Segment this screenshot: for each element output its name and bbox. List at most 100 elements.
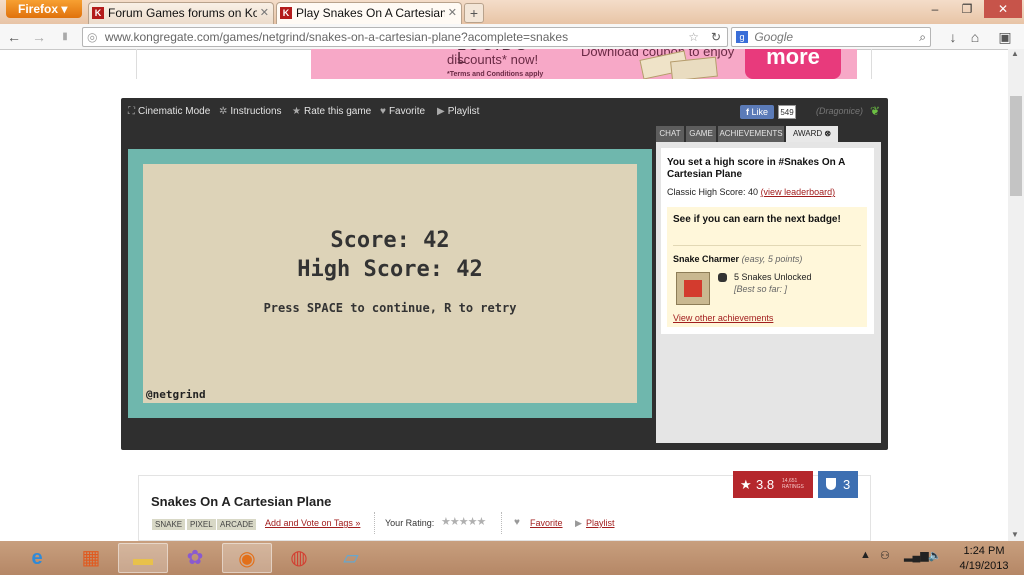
firefox-taskbar-icon[interactable]: ◉	[222, 543, 272, 573]
firefox-menu-label: Firefox	[18, 2, 59, 16]
classic-high-score: Classic High Score: 40	[667, 187, 759, 197]
instructions-label: Instructions	[230, 106, 282, 117]
scroll-up-icon[interactable]: ▲	[1011, 49, 1019, 58]
playlist-button[interactable]: ▶ Playlist	[437, 106, 479, 118]
badge-name-line: Snake Charmer (easy, 5 points)	[673, 254, 802, 264]
tab-snakes-game[interactable]: K Play Snakes On A Cartesian Pl... ✕	[276, 2, 462, 24]
instructions-button[interactable]: ✲ Instructions	[219, 106, 282, 118]
username-label[interactable]: (Dragonice)	[816, 106, 863, 116]
tag-snake[interactable]: SNAKE	[152, 519, 186, 530]
home-icon[interactable]: ⌂	[966, 27, 984, 47]
earn-badge-heading: See if you can earn the next badge!	[673, 214, 841, 225]
dropdown-arrow-icon: ▾	[61, 2, 68, 16]
playlist-link[interactable]: Playlist	[586, 518, 615, 528]
tab-forum-games[interactable]: K Forum Games forums on Kon... ✕	[88, 2, 274, 24]
photo-app-icon[interactable]: ▦	[66, 543, 116, 573]
your-rating-label: Your Rating:	[385, 518, 435, 528]
kongregate-k-icon: K	[280, 7, 292, 19]
continue-prompt: Press SPACE to continue, R to retry	[263, 301, 517, 315]
view-leaderboard-link[interactable]: (view leaderboard)	[761, 187, 836, 197]
url-text: www.kongregate.com/games/netgrind/snakes…	[104, 30, 569, 44]
rating-stars[interactable]: ★★★★★	[441, 515, 486, 528]
badges-count-badge[interactable]	[818, 471, 858, 498]
google-g-icon: g	[736, 31, 748, 43]
reload-icon[interactable]: ↻	[711, 28, 721, 46]
bookmark-star-icon[interactable]: ☆	[688, 28, 699, 46]
badge-requirement: 5 Snakes Unlocked	[734, 272, 812, 282]
show-hidden-icons[interactable]: ▲	[860, 549, 871, 561]
cinematic-icon: ⛶	[128, 106, 135, 117]
rating-count: 14,651 RATINGS	[782, 478, 804, 490]
rate-game-button[interactable]: ★ Rate this game	[292, 106, 371, 118]
ad-more-button[interactable]: more	[745, 49, 841, 79]
scroll-down-icon[interactable]: ▼	[1011, 530, 1019, 539]
play-icon: ▶	[575, 518, 582, 528]
favorite-label: Favorite	[388, 106, 426, 117]
minimize-button[interactable]: –	[920, 0, 950, 18]
internet-explorer-icon[interactable]: e	[12, 543, 62, 573]
award-title: You set a high score in #Snakes On A Car…	[667, 157, 846, 180]
developer-credit: @netgrind	[146, 388, 206, 401]
divider	[501, 512, 503, 534]
cinematic-label: Cinematic Mode	[138, 106, 211, 117]
average-rating: 3.8	[756, 477, 775, 492]
badges-count: 3	[843, 477, 851, 492]
tab-game[interactable]: GAME	[686, 126, 716, 142]
divider	[673, 245, 861, 246]
favorite-link[interactable]: Favorite	[530, 518, 563, 528]
tag-pixel[interactable]: PIXEL	[187, 519, 216, 530]
favorite-button[interactable]: ♥ Favorite	[380, 106, 425, 118]
kongregate-k-icon: K	[92, 7, 104, 19]
tab-achievements[interactable]: ACHIEVEMENTS	[718, 126, 784, 142]
menu-icon[interactable]: ▣	[992, 27, 1018, 47]
close-tab-icon[interactable]: ✕	[260, 3, 269, 23]
close-award-icon[interactable]: ⊗	[824, 129, 831, 138]
high-score-text: High Score: 42	[297, 257, 483, 282]
rate-label: Rate this game	[303, 106, 372, 117]
signal-bars-icon: ▮	[62, 31, 68, 42]
file-explorer-icon[interactable]: ▬	[118, 543, 168, 573]
playlist-label: Playlist	[447, 106, 480, 117]
facebook-like-button[interactable]: f Like	[740, 105, 774, 119]
close-window-button[interactable]: ✕	[984, 0, 1022, 18]
media-app-icon[interactable]: ✿	[170, 543, 220, 573]
score-text: Score: 42	[330, 228, 450, 253]
award-score-line: Classic High Score: 40 (view leaderboard…	[667, 187, 835, 197]
badge-square-icon	[684, 280, 702, 297]
cinematic-mode-button[interactable]: ⛶ Cinematic Mode	[128, 106, 210, 118]
close-tab-icon[interactable]: ✕	[448, 3, 457, 23]
tag-arcade[interactable]: ARCADE	[217, 519, 257, 530]
search-bar[interactable]: g Google ⌕	[731, 27, 931, 47]
add-tags-link[interactable]: Add and Vote on Tags »	[265, 518, 360, 528]
like-count: 549	[778, 105, 796, 119]
volume-icon[interactable]: 🔈	[928, 549, 942, 562]
notes-app-icon[interactable]: ▱	[326, 543, 376, 573]
firefox-menu-button[interactable]: Firefox ▾	[6, 0, 82, 18]
clock-time[interactable]: 1:24 PM	[954, 545, 1014, 557]
coupon-image	[631, 49, 731, 79]
network-people-icon[interactable]: ⚇	[880, 549, 890, 562]
divider	[374, 512, 376, 534]
shield-icon	[826, 478, 836, 490]
new-tab-button[interactable]: +	[464, 3, 484, 23]
tab-award[interactable]: AWARD ⊗	[786, 126, 838, 142]
best-so-far: [Best so far: ]	[734, 284, 788, 294]
badge-meta: (easy, 5 points)	[741, 254, 803, 264]
view-other-achievements-link[interactable]: View other achievements	[673, 313, 773, 323]
award-tab-label: AWARD	[792, 129, 823, 138]
chrome-icon[interactable]: ◍	[274, 543, 324, 573]
restore-button[interactable]: ❐	[952, 0, 982, 18]
download-icon[interactable]: ↓	[944, 27, 962, 47]
back-arrow-icon[interactable]: ←	[5, 27, 23, 47]
clock-date[interactable]: 4/19/2013	[954, 560, 1014, 572]
facebook-icon: f	[745, 107, 749, 117]
forward-arrow-icon[interactable]: →	[30, 27, 48, 47]
scrollbar-thumb[interactable]	[1010, 96, 1022, 196]
search-placeholder: Google	[754, 30, 794, 44]
url-bar[interactable]: ◎ www.kongregate.com/games/netgrind/snak…	[82, 27, 728, 47]
advertisement-banner[interactable]: LUCIDO-L Download coupon to enjoy discou…	[311, 49, 857, 79]
signal-icon[interactable]: ▂▄▆	[904, 549, 929, 562]
search-icon[interactable]: ⌕	[919, 28, 926, 46]
tab-chat[interactable]: CHAT	[656, 126, 684, 142]
checkbox-icon	[718, 273, 727, 282]
